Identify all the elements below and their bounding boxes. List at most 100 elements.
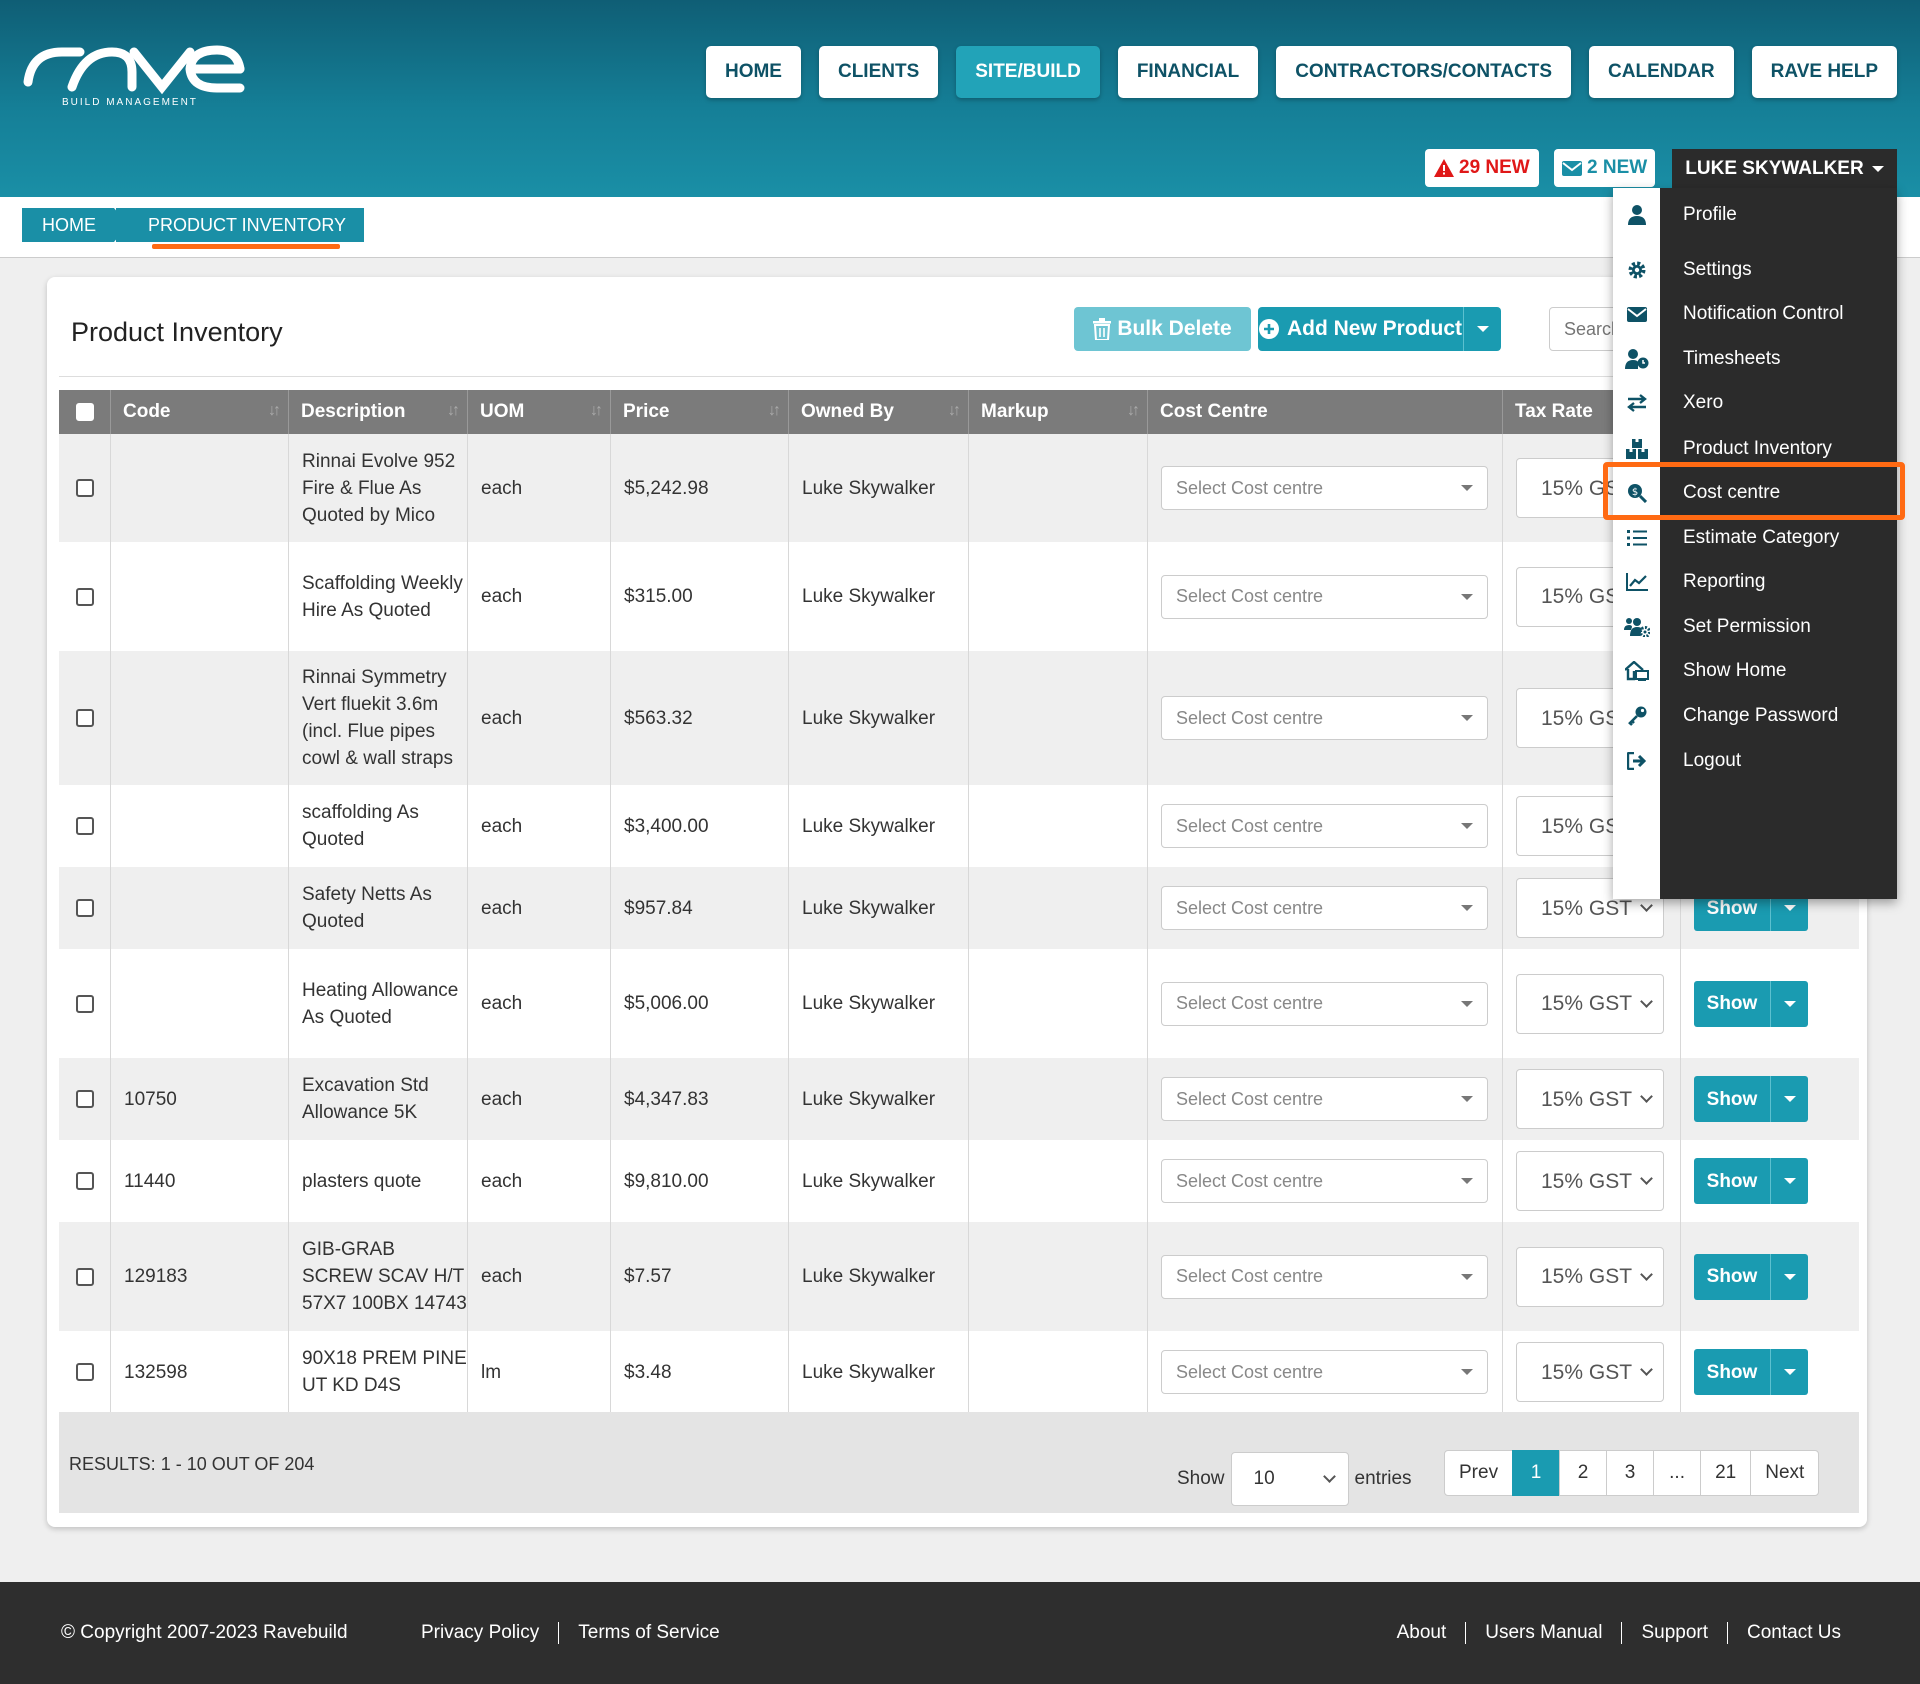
user-dropdown-menu: Profile Settings Notification Control Times… xyxy=(1613,188,1897,899)
tax-rate-select[interactable]: 15% GST xyxy=(1516,1151,1664,1211)
show-dropdown-toggle[interactable] xyxy=(1770,1076,1808,1122)
cell-cost-centre: Select Cost centre xyxy=(1148,1331,1503,1413)
pagination-page[interactable]: 21 xyxy=(1700,1450,1752,1496)
nav-contractors-contacts[interactable]: CONTRACTORS/CONTACTS xyxy=(1276,46,1572,98)
pagination-page[interactable]: 3 xyxy=(1606,1450,1655,1496)
cost-centre-select[interactable]: Select Cost centre xyxy=(1161,886,1488,930)
row-checkbox[interactable] xyxy=(75,1172,94,1190)
cell-owned-by: Luke Skywalker xyxy=(789,1222,969,1331)
about-link[interactable]: About xyxy=(1397,1622,1466,1644)
cell-owned-by: Luke Skywalker xyxy=(789,1058,969,1140)
row-select-cell xyxy=(59,1222,111,1331)
support-link[interactable]: Support xyxy=(1621,1622,1727,1644)
col-price[interactable]: Price ↓↑ xyxy=(611,390,789,434)
tax-rate-select[interactable]: 15% GST xyxy=(1516,1246,1664,1307)
show-button[interactable]: Show xyxy=(1694,1158,1808,1204)
tax-rate-value: 15% GST xyxy=(1541,992,1633,1015)
pagination-ellipsis: ... xyxy=(1653,1450,1702,1496)
gear-icon xyxy=(1613,260,1660,280)
cost-centre-select[interactable]: Select Cost centre xyxy=(1161,696,1488,740)
col-uom[interactable]: UOM ↓↑ xyxy=(468,390,611,434)
col-owned-by[interactable]: Owned By ↓↑ xyxy=(789,390,969,434)
row-checkbox[interactable] xyxy=(75,587,94,606)
bulk-delete-button[interactable]: Bulk Delete xyxy=(1074,307,1251,351)
alerts-badge[interactable]: 29 NEW xyxy=(1425,149,1539,187)
row-checkbox[interactable] xyxy=(75,994,94,1013)
contact-us-link[interactable]: Contact Us xyxy=(1727,1622,1841,1644)
nav-clients[interactable]: CLIENTS xyxy=(818,46,939,98)
col-tax-rate-label: Tax Rate xyxy=(1515,401,1593,422)
warning-icon xyxy=(1434,159,1454,177)
show-dropdown-toggle[interactable] xyxy=(1770,1349,1808,1395)
cell-uom: each xyxy=(468,651,611,785)
key-icon xyxy=(1613,706,1660,726)
users-manual-link[interactable]: Users Manual xyxy=(1465,1622,1621,1644)
tax-rate-select[interactable]: 15% GST xyxy=(1516,973,1664,1034)
show-dropdown-toggle[interactable] xyxy=(1770,1253,1808,1300)
footer-links-left: Privacy Policy Terms of Service xyxy=(421,1622,720,1644)
nav-calendar[interactable]: CALENDAR xyxy=(1589,46,1734,98)
add-new-dropdown-toggle[interactable] xyxy=(1463,307,1501,351)
row-checkbox[interactable] xyxy=(75,479,94,497)
messages-badge[interactable]: 2 NEW xyxy=(1554,149,1656,187)
cost-centre-select[interactable]: Select Cost centre xyxy=(1161,804,1488,848)
privacy-policy-link[interactable]: Privacy Policy xyxy=(421,1622,558,1644)
menu-item-label: Change Password xyxy=(1683,705,1839,726)
cell-markup xyxy=(969,1058,1148,1140)
pagination-page[interactable]: 2 xyxy=(1559,1450,1608,1496)
col-description[interactable]: Description ↓↑ xyxy=(289,390,468,434)
cell-tax-rate: 15% GST xyxy=(1503,1058,1681,1140)
show-button[interactable]: Show xyxy=(1694,980,1808,1027)
pagination-page[interactable]: 1 xyxy=(1512,1450,1561,1496)
add-new-product-button[interactable]: Add New Product xyxy=(1258,307,1501,351)
cost-centre-select[interactable]: Select Cost centre xyxy=(1161,981,1488,1026)
cost-centre-select[interactable]: Select Cost centre xyxy=(1161,466,1488,510)
tax-rate-select[interactable]: 15% GST xyxy=(1516,1069,1664,1129)
row-checkbox[interactable] xyxy=(75,817,94,835)
menu-item-logout[interactable]: Logout xyxy=(1613,734,1897,788)
list-icon xyxy=(1613,529,1660,547)
user-menu-button[interactable]: LUKE SKYWALKER xyxy=(1672,149,1897,189)
col-code[interactable]: Code ↓↑ xyxy=(111,390,289,434)
tax-rate-select[interactable]: 15% GST xyxy=(1516,1342,1664,1402)
row-checkbox[interactable] xyxy=(75,1090,94,1108)
cell-code: 129183 xyxy=(111,1222,289,1331)
cost-centre-select[interactable]: Select Cost centre xyxy=(1161,1254,1488,1299)
show-dropdown-toggle[interactable] xyxy=(1770,1158,1808,1204)
cost-centre-select[interactable]: Select Cost centre xyxy=(1161,1159,1488,1203)
page-size-select[interactable]: 10 xyxy=(1230,1452,1349,1506)
cost-centre-select[interactable]: Select Cost centre xyxy=(1161,1350,1488,1394)
show-button[interactable]: Show xyxy=(1694,1076,1808,1122)
cell-code: 10750 xyxy=(111,1058,289,1140)
nav-site-build[interactable]: SITE/BUILD xyxy=(956,46,1100,98)
results-summary: RESULTS: 1 - 10 OUT OF 204 xyxy=(69,1454,315,1474)
row-checkbox[interactable] xyxy=(75,709,94,727)
cell-cost-centre: Select Cost centre xyxy=(1148,434,1503,542)
cost-centre-select[interactable]: Select Cost centre xyxy=(1161,1077,1488,1121)
cell-tax-rate: 15% GST xyxy=(1503,1222,1681,1331)
cell-code: 11440 xyxy=(111,1140,289,1222)
nav-financial[interactable]: FINANCIAL xyxy=(1117,46,1259,98)
row-checkbox[interactable] xyxy=(75,1267,94,1286)
breadcrumb-home[interactable]: HOME xyxy=(22,208,128,242)
row-select-cell xyxy=(59,1058,111,1140)
row-checkbox[interactable] xyxy=(75,1363,94,1381)
show-button[interactable]: Show xyxy=(1694,1349,1808,1395)
select-all-cell xyxy=(59,390,111,434)
pagination-prev[interactable]: Prev xyxy=(1444,1450,1514,1496)
select-all-checkbox[interactable] xyxy=(75,403,94,421)
nav-home[interactable]: HOME xyxy=(705,46,801,98)
cell-uom: each xyxy=(468,867,611,949)
cost-centre-select[interactable]: Select Cost centre xyxy=(1161,574,1488,619)
nav-rave-help[interactable]: RAVE HELP xyxy=(1751,46,1897,98)
terms-of-service-link[interactable]: Terms of Service xyxy=(558,1622,720,1644)
plus-circle-icon xyxy=(1258,319,1279,339)
cell-code xyxy=(111,434,289,542)
show-dropdown-toggle[interactable] xyxy=(1770,980,1808,1027)
sort-icon: ↓↑ xyxy=(948,402,961,419)
show-button[interactable]: Show xyxy=(1694,1253,1808,1300)
row-checkbox[interactable] xyxy=(75,899,94,917)
menu-item-profile[interactable]: Profile xyxy=(1613,188,1897,242)
pagination-next[interactable]: Next xyxy=(1750,1450,1820,1496)
col-markup[interactable]: Markup ↓↑ xyxy=(969,390,1148,434)
